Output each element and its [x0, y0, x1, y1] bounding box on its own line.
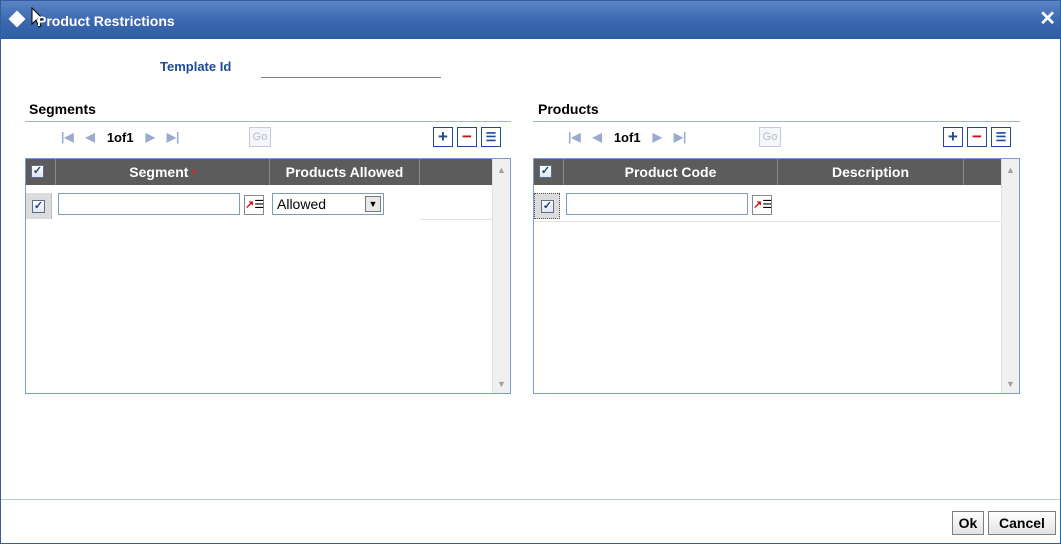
segments-filler-header	[420, 159, 492, 185]
products-page-indicator: 1of1	[613, 129, 641, 145]
products-view-list-button[interactable]: ☰	[991, 127, 1011, 147]
template-id-input[interactable]	[261, 58, 441, 78]
segments-divider	[25, 121, 511, 122]
last-page-icon[interactable]: ▶|	[674, 130, 687, 144]
products-divider	[533, 121, 1020, 122]
last-page-icon[interactable]: ▶|	[167, 130, 180, 144]
required-star-icon: *	[191, 168, 196, 180]
products-vertical-scrollbar[interactable]: ▲ ▼	[1001, 159, 1019, 393]
window-diamond-icon	[8, 10, 26, 28]
products-pager: |◀ ◀ 1of1 ▶ ▶|	[568, 127, 698, 147]
scroll-down-icon[interactable]: ▼	[1006, 379, 1015, 389]
segment-column-label: Segment	[129, 164, 189, 180]
row-divider	[534, 221, 1001, 222]
footer-divider	[1, 499, 1060, 500]
window-title: Product Restrictions	[37, 13, 175, 29]
product-restrictions-window: Product Restrictions ✕ Template Id Segme…	[0, 0, 1061, 544]
next-page-icon[interactable]: ▶	[146, 130, 155, 144]
products-row-checkbox[interactable]: ✓	[541, 200, 554, 213]
segment-lookup-icon[interactable]: ↗☰	[244, 195, 264, 215]
prev-page-icon[interactable]: ◀	[593, 130, 602, 144]
segments-delete-row-button[interactable]: −	[457, 127, 477, 147]
segments-row-checkbox[interactable]: ✓	[32, 200, 45, 213]
products-title: Products	[538, 101, 599, 117]
segments-grid: ✓ Segment * Products Allowed ✓ ↗☰ Allowed…	[25, 158, 511, 394]
close-icon[interactable]: ✕	[1039, 9, 1056, 29]
scroll-down-icon[interactable]: ▼	[497, 379, 506, 389]
product-code-lookup-icon[interactable]: ↗☰	[752, 195, 772, 215]
products-grid-header: ✓ Product Code Description	[534, 159, 1001, 185]
products-delete-row-button[interactable]: −	[967, 127, 987, 147]
chevron-down-icon[interactable]: ▼	[365, 196, 381, 212]
first-page-icon[interactable]: |◀	[61, 130, 74, 144]
segments-view-list-button[interactable]: ☰	[481, 127, 501, 147]
scroll-up-icon[interactable]: ▲	[497, 165, 506, 175]
row-divider	[420, 219, 492, 220]
products-grid: ✓ Product Code Description ✓ ↗☰ ▲ ▼	[533, 158, 1020, 394]
first-page-icon[interactable]: |◀	[568, 130, 581, 144]
template-id-label: Template Id	[160, 59, 232, 74]
titlebar: Product Restrictions ✕	[1, 1, 1060, 39]
products-go-button[interactable]: Go	[759, 127, 781, 147]
segments-grid-header: ✓ Segment * Products Allowed	[26, 159, 492, 185]
segments-select-all-checkbox[interactable]: ✓	[31, 165, 44, 178]
products-allowed-value: Allowed	[277, 196, 327, 212]
scroll-up-icon[interactable]: ▲	[1006, 165, 1015, 175]
prev-page-icon[interactable]: ◀	[86, 130, 95, 144]
products-filler-header	[964, 159, 1001, 185]
segments-select-all-cell: ✓	[26, 159, 56, 185]
segments-title: Segments	[29, 101, 96, 117]
products-allowed-select[interactable]: Allowed ▼	[272, 193, 384, 215]
products-select-all-checkbox[interactable]: ✓	[539, 165, 552, 178]
products-select-all-cell: ✓	[534, 159, 564, 185]
segments-pager: |◀ ◀ 1of1 ▶ ▶|	[61, 127, 191, 147]
products-add-row-button[interactable]: +	[943, 127, 963, 147]
segments-page-indicator: 1of1	[106, 129, 134, 145]
products-allowed-column-header[interactable]: Products Allowed	[270, 159, 420, 185]
segments-row-selector: ✓	[26, 193, 52, 219]
next-page-icon[interactable]: ▶	[653, 130, 662, 144]
ok-button[interactable]: Ok	[952, 511, 984, 535]
segment-input[interactable]	[58, 193, 240, 215]
product-code-column-header[interactable]: Product Code	[564, 159, 778, 185]
segments-vertical-scrollbar[interactable]: ▲ ▼	[492, 159, 510, 393]
products-row-selector: ✓	[534, 193, 560, 219]
segment-column-header[interactable]: Segment *	[56, 159, 270, 185]
cancel-button[interactable]: Cancel	[988, 511, 1056, 535]
description-column-header[interactable]: Description	[778, 159, 964, 185]
segments-go-button[interactable]: Go	[249, 127, 271, 147]
segments-add-row-button[interactable]: +	[433, 127, 453, 147]
product-code-input[interactable]	[566, 193, 748, 215]
